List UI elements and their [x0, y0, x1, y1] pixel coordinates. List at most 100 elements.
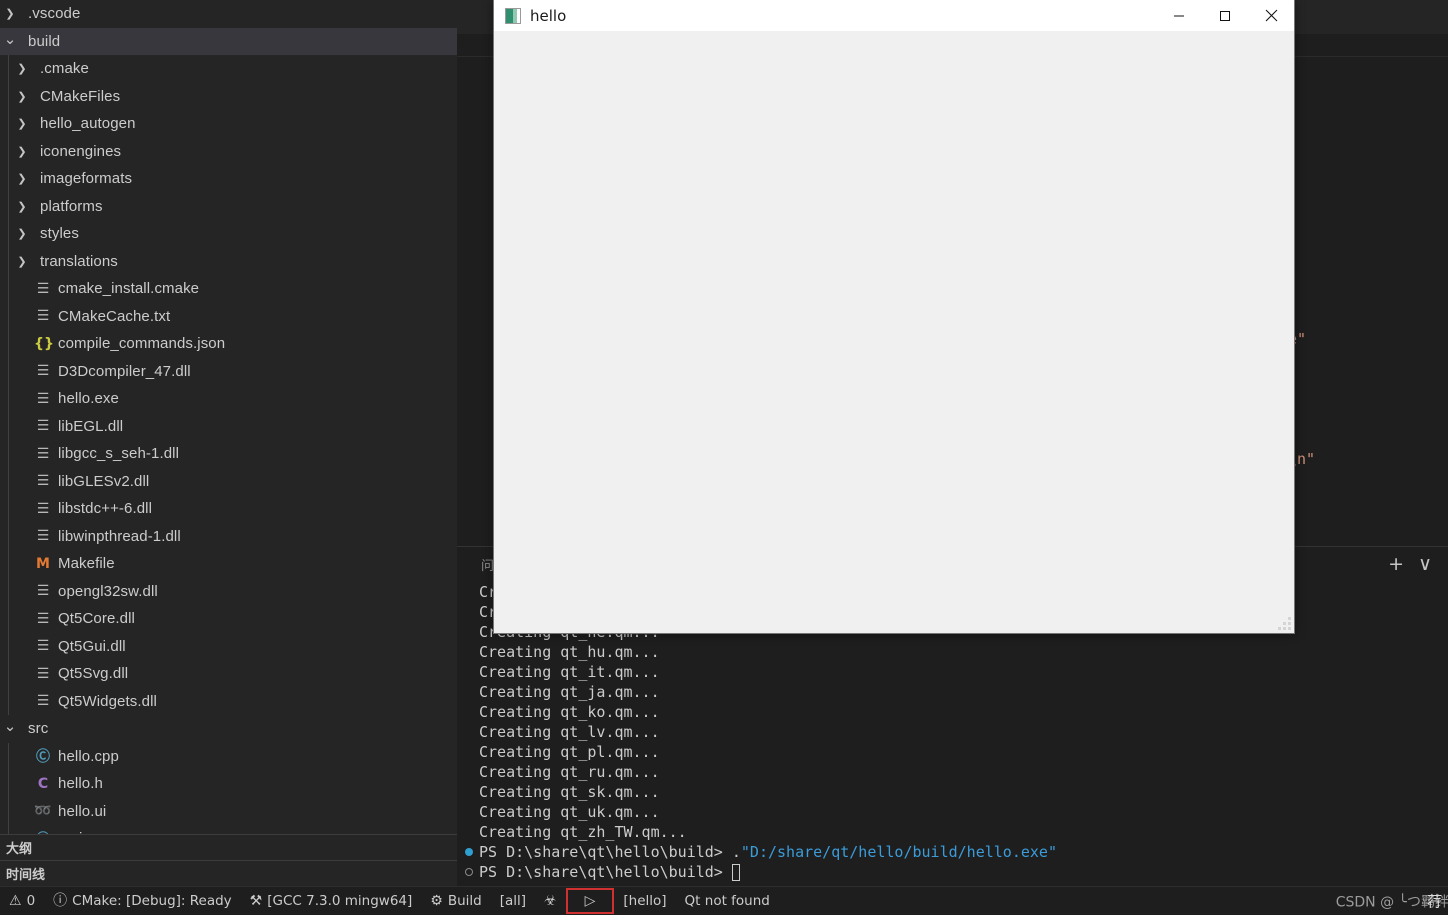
qt-app-icon	[505, 7, 521, 24]
tree-item-label: main.cpp	[58, 830, 120, 834]
tree-item-cmake-install-cmake[interactable]: ☰ cmake_install.cmake	[0, 275, 457, 303]
timeline-panel-label: 时间线	[6, 868, 46, 883]
status-bar: ⚠ 0 ⓘ CMake: [Debug]: Ready ⚒ [GCC 7.3.0 ming…	[0, 886, 1448, 915]
status-item-cmake-launch-target[interactable]: [hello]	[614, 887, 675, 915]
tree-item-hello-autogen[interactable]: ❯ hello_autogen	[0, 110, 457, 138]
tree-item-libglesv2-dll[interactable]: ☰ libGLESv2.dll	[0, 468, 457, 496]
tree-item-hello-ui[interactable]: ➿ hello.ui	[0, 798, 457, 826]
tree-item-platforms[interactable]: ❯ platforms	[0, 193, 457, 221]
file-type-icon: ☰	[36, 610, 50, 627]
file-type-icon: ☰	[36, 280, 50, 297]
status-item-cmake-debug[interactable]: ☣	[535, 887, 566, 915]
status-cmake-kit-icon: ⚒	[249, 893, 263, 909]
close-icon	[1265, 9, 1277, 22]
tree-item-compile-commands-json[interactable]: {} compile_commands.json	[0, 330, 457, 358]
tree-item-cmake[interactable]: ❯ .cmake	[0, 55, 457, 83]
terminal-line: Creating qt_ko.qm...	[479, 703, 660, 721]
tree-item-qt5gui-dll[interactable]: ☰ Qt5Gui.dll	[0, 633, 457, 661]
tree-item-makefile[interactable]: M Makefile	[0, 550, 457, 578]
file-type-icon: ☰	[36, 500, 50, 517]
terminal-line: Creating qt_hu.qm...	[479, 643, 660, 661]
new-terminal-icon[interactable]: +	[1388, 555, 1404, 574]
terminal-actions: + ∨	[1388, 555, 1442, 574]
tree-item-libegl-dll[interactable]: ☰ libEGL.dll	[0, 413, 457, 441]
chevron-right-icon: ❯	[17, 118, 27, 131]
file-type-icon: ➿	[34, 803, 52, 820]
qt-app-window[interactable]: hello	[493, 0, 1295, 634]
resize-grip[interactable]	[1278, 617, 1291, 630]
tree-item-cmakecache-txt[interactable]: ☰ CMakeCache.txt	[0, 303, 457, 331]
timeline-panel-header[interactable]: 时间线	[0, 860, 457, 886]
status-item-label: [all]	[499, 893, 527, 909]
terminal-prompt-executed: PS D:\share\qt\hello\build> . "D:/share/q…	[465, 842, 1448, 862]
tree-item-hello-exe[interactable]: ☰ hello.exe	[0, 385, 457, 413]
tree-item-qt5core-dll[interactable]: ☰ Qt5Core.dll	[0, 605, 457, 633]
tree-item-hello-h[interactable]: Chello.h	[0, 770, 457, 798]
tree-item-label: D3Dcompiler_47.dll	[58, 362, 191, 380]
tree-item-build[interactable]: ⌄ build	[0, 27, 457, 55]
tree-item-cmakefiles[interactable]: ❯ CMakeFiles	[0, 83, 457, 111]
file-type-icon: ☰	[36, 418, 50, 435]
tree-item-qt5svg-dll[interactable]: ☰ Qt5Svg.dll	[0, 660, 457, 688]
tree-item-libstdc-6-dll[interactable]: ☰ libstdc++-6.dll	[0, 495, 457, 523]
terminal-prompt-current[interactable]: PS D:\share\qt\hello\build>	[465, 862, 1448, 882]
terminal-command-text: "D:/share/qt/hello/build/hello.exe"	[740, 843, 1057, 861]
tree-item-libgcc-s-seh-1-dll[interactable]: ☰ libgcc_s_seh-1.dll	[0, 440, 457, 468]
status-item-cmake-kit[interactable]: ⚒ [GCC 7.3.0 mingw64]	[241, 887, 422, 915]
tree-item-src[interactable]: ⌄ src	[0, 715, 457, 743]
tree-item-vscode[interactable]: ❯ .vscode	[0, 0, 457, 28]
tree-item-libwinpthread-1-dll[interactable]: ☰ libwinpthread-1.dll	[0, 523, 457, 551]
tree-item-label: hello.exe	[58, 390, 119, 408]
qt-title-bar[interactable]: hello	[494, 0, 1294, 31]
tree-item-label: hello.h	[58, 775, 103, 793]
chevron-right-icon: ❯	[17, 63, 27, 76]
tree-item-label: iconengines	[40, 142, 122, 160]
outline-panel-header[interactable]: 大纲	[0, 834, 457, 860]
file-type-icon: {}	[34, 335, 54, 352]
tree-item-styles[interactable]: ❯ styles	[0, 220, 457, 248]
status-item-cmake-launch[interactable]: ▷	[565, 888, 615, 914]
tree-item-hello-cpp[interactable]: Ⓒhello.cpp	[0, 743, 457, 771]
qt-client-area[interactable]	[494, 31, 1294, 633]
file-tree[interactable]: ❯ .vscode ⌄ build ❯ .cmake ❯ CMakeFiles ❯ hello_a…	[0, 0, 457, 834]
tree-item-label: cmake_install.cmake	[58, 280, 200, 298]
status-item-label: Build	[447, 893, 482, 909]
tree-item-iconengines[interactable]: ❯ iconengines	[0, 138, 457, 166]
tree-item-label: CMakeCache.txt	[58, 307, 171, 325]
close-button[interactable]	[1248, 0, 1294, 31]
tree-item-opengl32sw-dll[interactable]: ☰ opengl32sw.dll	[0, 578, 457, 606]
tree-item-label: libwinpthread-1.dll	[58, 527, 181, 545]
indent-guide	[8, 55, 9, 715]
tree-item-qt5widgets-dll[interactable]: ☰ Qt5Widgets.dll	[0, 688, 457, 716]
tree-item-label: libstdc++-6.dll	[58, 500, 153, 518]
status-item-label: [GCC 7.3.0 mingw64]	[267, 893, 413, 909]
status-item-cmake-build[interactable]: ⚙ Build	[421, 887, 490, 915]
chevron-down-icon[interactable]: ∨	[1418, 555, 1432, 574]
tree-item-d3dcompiler-47-dll[interactable]: ☰ D3Dcompiler_47.dll	[0, 358, 457, 386]
tree-item-label: Qt5Gui.dll	[58, 637, 126, 655]
terminal-cursor	[731, 863, 740, 881]
minimize-icon	[1174, 15, 1184, 16]
minimize-button[interactable]	[1156, 0, 1202, 31]
maximize-button[interactable]	[1202, 0, 1248, 31]
tree-item-imageformats[interactable]: ❯ imageformats	[0, 165, 457, 193]
status-cmake-status-icon: ⓘ	[53, 893, 68, 909]
status-item-cmake-status[interactable]: ⓘ CMake: [Debug]: Ready	[44, 887, 241, 915]
status-item-cmake-build-target[interactable]: [all]	[491, 887, 535, 915]
status-item-qt-status[interactable]: Qt not found	[676, 887, 779, 915]
tree-item-label: hello_autogen	[40, 115, 136, 133]
status-item-problems[interactable]: ⚠ 0	[0, 887, 44, 915]
tree-item-label: src	[28, 720, 49, 738]
tree-item-main-cpp[interactable]: Ⓒmain.cpp	[0, 825, 457, 834]
tree-item-translations[interactable]: ❯ translations	[0, 248, 457, 276]
